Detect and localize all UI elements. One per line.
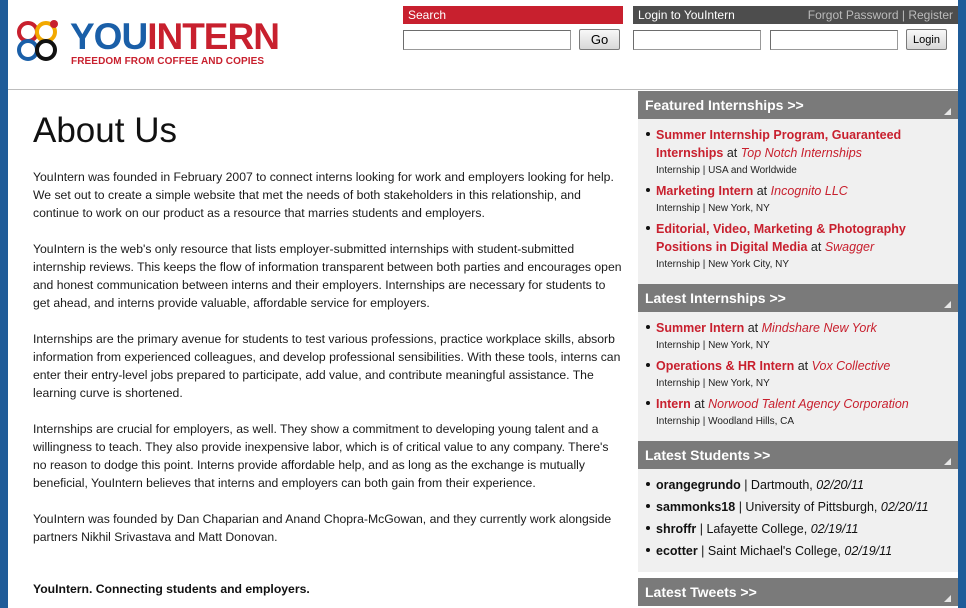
corner-icon	[944, 458, 951, 465]
main-content: About Us YouIntern was founded in Februa…	[33, 110, 623, 596]
internship-meta: Internship | USA and Worldwide	[656, 165, 797, 176]
page-title: About Us	[33, 111, 177, 150]
student-school: | University of Pittsburgh,	[735, 500, 881, 514]
corner-icon	[944, 301, 951, 308]
company-link[interactable]: Swagger	[825, 240, 874, 254]
sidebar: Featured Internships >> Summer Internshi…	[638, 91, 958, 606]
register-link[interactable]: Register	[908, 8, 953, 22]
internship-meta: Internship | New York, NY	[656, 203, 770, 214]
student-date: 02/19/11	[810, 522, 859, 536]
latest-internships-heading[interactable]: Latest Internships >>	[638, 284, 958, 312]
student-item: orangegrundo | Dartmouth, 02/20/11	[646, 476, 958, 494]
internship-title-link[interactable]: Intern	[656, 397, 691, 411]
bullet-icon	[646, 548, 650, 552]
login-bar: Login to YouIntern Forgot Password | Reg…	[633, 6, 958, 24]
bullet-icon	[646, 188, 650, 192]
at-text: at	[694, 397, 705, 411]
link-separator: |	[901, 8, 905, 22]
bullet-icon	[646, 482, 650, 486]
site-header: YOUINTERN FREEDOM FROM COFFEE AND COPIES…	[8, 0, 958, 90]
student-date: 02/20/11	[880, 500, 929, 514]
company-link[interactable]: Norwood Talent Agency Corporation	[708, 397, 909, 411]
site-logo[interactable]: YOUINTERN FREEDOM FROM COFFEE AND COPIES	[14, 14, 280, 70]
featured-item: Summer Internship Program, Guaranteed In…	[646, 126, 958, 178]
latest-internships-list: Summer Intern at Mindshare New York Inte…	[638, 312, 958, 441]
internship-meta: Internship | Woodland Hills, CA	[656, 416, 795, 427]
corner-icon	[944, 108, 951, 115]
login-title: Login to YouIntern	[638, 8, 735, 22]
student-item: ecotter | Saint Michael's College, 02/19…	[646, 542, 958, 560]
featured-item: Editorial, Video, Marketing & Photograph…	[646, 220, 958, 272]
company-link[interactable]: Incognito LLC	[771, 184, 848, 198]
internship-title-link[interactable]: Marketing Intern	[656, 184, 753, 198]
student-name-link[interactable]: ecotter	[656, 544, 698, 558]
logo-tagline: FREEDOM FROM COFFEE AND COPIES	[71, 56, 265, 67]
company-link[interactable]: Mindshare New York	[762, 321, 877, 335]
tweets-heading-text[interactable]: Latest Tweets >>	[645, 584, 757, 600]
bullet-icon	[646, 504, 650, 508]
about-paragraph: YouIntern is the web's only resource tha…	[33, 242, 622, 310]
featured-item: Marketing Intern at Incognito LLC Intern…	[646, 182, 958, 216]
student-name-link[interactable]: shroffr	[656, 522, 696, 536]
username-input[interactable]	[633, 30, 761, 50]
logo-you-text: YOU	[70, 16, 148, 57]
logo-circles-icon	[17, 20, 58, 61]
featured-heading-text[interactable]: Featured Internships >>	[645, 97, 804, 113]
latest-heading-text[interactable]: Latest Internships >>	[645, 290, 786, 306]
student-school: | Dartmouth,	[740, 478, 817, 492]
latest-item: Summer Intern at Mindshare New York Inte…	[646, 319, 958, 353]
latest-tweets-heading[interactable]: Latest Tweets >>	[638, 578, 958, 606]
bullet-icon	[646, 526, 650, 530]
student-school: | Saint Michael's College,	[697, 544, 845, 558]
latest-students-list: orangegrundo | Dartmouth, 02/20/11 sammo…	[638, 469, 958, 572]
latest-item: Operations & HR Intern at Vox Collective…	[646, 357, 958, 391]
at-text: at	[756, 184, 768, 198]
password-input[interactable]	[770, 30, 898, 50]
at-text: at	[747, 321, 759, 335]
about-paragraph: YouIntern was founded in February 2007 t…	[33, 170, 614, 220]
logo-intern-text: INTERN	[147, 16, 280, 57]
latest-students-heading[interactable]: Latest Students >>	[638, 441, 958, 469]
featured-internships-heading[interactable]: Featured Internships >>	[638, 91, 958, 119]
search-label: Search	[403, 6, 623, 24]
at-text: at	[810, 240, 822, 254]
go-button[interactable]: Go	[579, 29, 620, 50]
internship-title-link[interactable]: Summer Intern	[656, 321, 744, 335]
internship-meta: Internship | New York City, NY	[656, 259, 790, 270]
student-name-link[interactable]: orangegrundo	[656, 478, 741, 492]
students-heading-text[interactable]: Latest Students >>	[645, 447, 770, 463]
bullet-icon	[646, 363, 650, 367]
corner-icon	[944, 595, 951, 602]
about-paragraph: Internships are the primary avenue for s…	[33, 332, 621, 400]
page-frame: YOUINTERN FREEDOM FROM COFFEE AND COPIES…	[8, 0, 958, 608]
login-links: Forgot Password | Register	[808, 8, 953, 22]
student-name-link[interactable]: sammonks18	[656, 500, 735, 514]
at-text: at	[726, 146, 738, 160]
at-text: at	[797, 359, 809, 373]
internship-meta: Internship | New York, NY	[656, 378, 770, 389]
student-date: 02/19/11	[844, 544, 893, 558]
about-paragraph: Internships are crucial for employers, a…	[33, 422, 609, 490]
forgot-password-link[interactable]: Forgot Password	[808, 8, 899, 22]
student-date: 02/20/11	[816, 478, 864, 492]
latest-item: Intern at Norwood Talent Agency Corporat…	[646, 395, 958, 429]
internship-meta: Internship | New York, NY	[656, 340, 770, 351]
login-button[interactable]: Login	[906, 29, 947, 50]
company-link[interactable]: Vox Collective	[812, 359, 891, 373]
internship-title-link[interactable]: Operations & HR Intern	[656, 359, 794, 373]
bullet-icon	[646, 401, 650, 405]
featured-internships-list: Summer Internship Program, Guaranteed In…	[638, 119, 958, 284]
about-paragraph: YouIntern was founded by Dan Chaparian a…	[33, 512, 612, 544]
company-link[interactable]: Top Notch Internships	[741, 146, 862, 160]
bullet-icon	[646, 325, 650, 329]
student-item: shroffr | Lafayette College, 02/19/11	[646, 520, 958, 538]
search-input[interactable]	[403, 30, 571, 50]
about-tagline: YouIntern. Connecting students and emplo…	[33, 582, 310, 596]
student-item: sammonks18 | University of Pittsburgh, 0…	[646, 498, 958, 516]
logo-wordmark: YOUINTERN	[70, 16, 280, 58]
student-school: | Lafayette College,	[696, 522, 811, 536]
bullet-icon	[646, 132, 650, 136]
bullet-icon	[646, 226, 650, 230]
